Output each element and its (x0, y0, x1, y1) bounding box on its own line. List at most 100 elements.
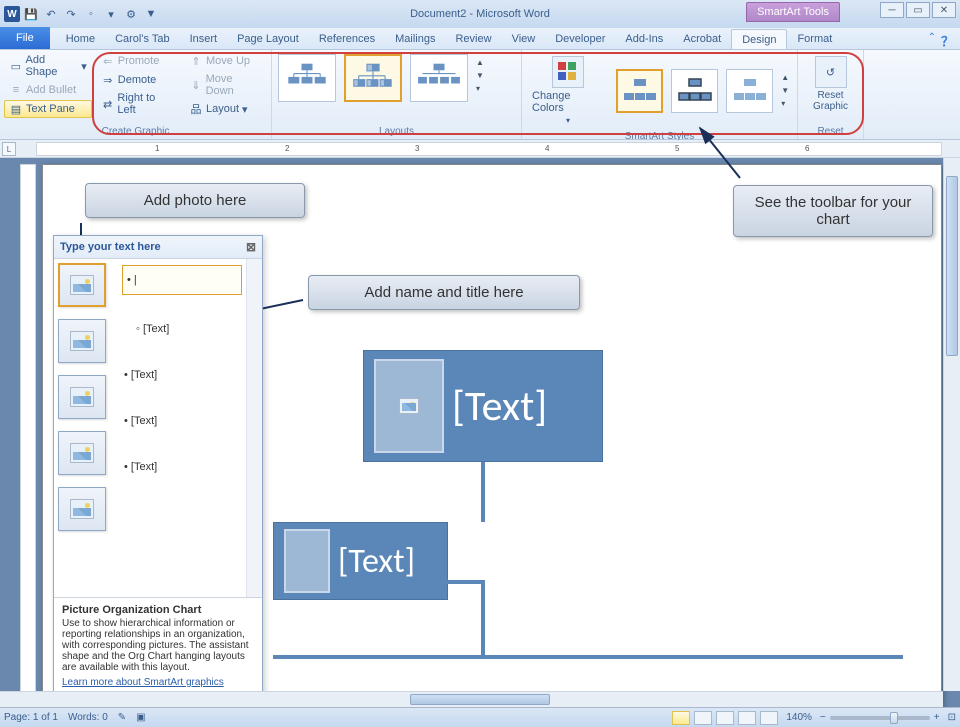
move-up-label: Move Up (206, 55, 250, 67)
text-pane-close-icon[interactable]: ⊠ (246, 240, 256, 254)
style-option-1[interactable] (616, 69, 663, 113)
document-page[interactable]: Add photo here Add name and title here S… (42, 164, 942, 707)
vertical-scrollbar[interactable] (943, 158, 960, 691)
view-outline-button[interactable] (738, 711, 756, 725)
picture-placeholder-icon (70, 387, 94, 407)
layout-option-3[interactable] (410, 54, 468, 102)
style-option-3[interactable] (726, 69, 773, 113)
scroll-down-icon[interactable]: ▼ (779, 84, 793, 97)
close-button[interactable]: ✕ (932, 2, 956, 18)
qat-undo-icon[interactable]: ↶ (42, 5, 60, 23)
text-pane-item[interactable]: ◦ [Text] (122, 317, 242, 341)
reset-graphic-icon: ↺ (815, 56, 847, 88)
tab-selector-button[interactable]: L (2, 142, 16, 156)
qat-more-icon[interactable]: ▾ (102, 5, 120, 23)
gallery-expand-icon[interactable]: ▾ (779, 97, 793, 110)
qat-tool-icon[interactable]: ⚙ (122, 5, 140, 23)
help-icon[interactable]: ？ (941, 31, 954, 50)
tab-home[interactable]: Home (56, 29, 105, 49)
tab-review[interactable]: Review (445, 29, 501, 49)
view-full-screen-button[interactable] (694, 711, 712, 725)
change-colors-button[interactable]: Change Colors▾ (526, 52, 610, 129)
text-pane-item[interactable]: • [Text] (122, 455, 242, 479)
description-body: Use to show hierarchical information or … (62, 618, 254, 673)
status-words[interactable]: Words: 0 (68, 712, 108, 723)
tab-acrobat[interactable]: Acrobat (673, 29, 731, 49)
smartart-picture-placeholder[interactable] (284, 529, 330, 593)
tab-references[interactable]: References (309, 29, 385, 49)
text-pane-thumb[interactable] (58, 487, 106, 531)
qat-save-icon[interactable]: 💾 (22, 5, 40, 23)
scrollbar-thumb[interactable] (410, 694, 550, 705)
qat-redo-icon[interactable]: ↷ (62, 5, 80, 23)
tab-developer[interactable]: Developer (545, 29, 615, 49)
tab-insert[interactable]: Insert (180, 29, 228, 49)
vertical-ruler[interactable] (20, 164, 36, 707)
smartart-node-text[interactable]: [Text] (452, 381, 547, 432)
scroll-down-icon[interactable]: ▼ (474, 69, 488, 82)
text-pane-item[interactable]: • [Text] (122, 363, 242, 387)
view-print-layout-button[interactable] (672, 711, 690, 725)
smartart-node-child[interactable]: [Text] (273, 522, 448, 600)
text-pane-thumb[interactable] (58, 375, 106, 419)
scroll-up-icon[interactable]: ▲ (474, 56, 488, 69)
add-shape-button[interactable]: ▭Add Shape ▾ (4, 52, 92, 80)
text-pane-item[interactable]: • [Text] (122, 409, 242, 433)
tab-design[interactable]: Design (731, 29, 787, 49)
maximize-button[interactable]: ▭ (906, 2, 930, 18)
status-proofing-icon[interactable]: ✎ (118, 712, 126, 723)
smartart-text-pane: Type your text here ⊠ • | ◦ [Text] • [Te… (53, 235, 263, 695)
layouts-gallery-scroll[interactable]: ▲▼▾ (474, 52, 488, 99)
layout-dropdown[interactable]: 品Layout ▾ (184, 100, 267, 118)
status-page[interactable]: Page: 1 of 1 (4, 712, 58, 723)
ruler-area: L 1 2 3 4 5 6 (0, 140, 960, 158)
view-web-layout-button[interactable] (716, 711, 734, 725)
smartart-node-root[interactable]: [Text] (363, 350, 603, 462)
scrollbar-thumb[interactable] (946, 176, 958, 356)
tab-format[interactable]: Format (787, 29, 842, 49)
zoom-slider-thumb[interactable] (890, 712, 898, 724)
tab-view[interactable]: View (502, 29, 546, 49)
smartart-connector (273, 655, 903, 659)
text-pane-button[interactable]: ▤Text Pane (4, 100, 92, 118)
styles-gallery-scroll[interactable]: ▲▼▾ (779, 67, 793, 114)
smartart-picture-placeholder[interactable] (374, 359, 444, 453)
status-macro-icon[interactable]: ▣ (136, 712, 145, 723)
file-tab[interactable]: File (0, 27, 50, 49)
smartart-node-text[interactable]: [Text] (338, 541, 415, 582)
gallery-expand-icon[interactable]: ▾ (474, 82, 488, 95)
zoom-out-button[interactable]: − (820, 712, 826, 723)
reset-graphic-button[interactable]: ↺ Reset Graphic (802, 52, 859, 116)
layout-option-2[interactable] (344, 54, 402, 102)
text-pane-scrollbar[interactable] (246, 259, 262, 597)
horizontal-scrollbar[interactable] (0, 691, 943, 707)
tab-addins[interactable]: Add-Ins (615, 29, 673, 49)
text-pane-thumb[interactable] (58, 319, 106, 363)
zoom-fit-button[interactable]: ⊡ (948, 712, 956, 723)
text-pane-thumb[interactable] (58, 263, 106, 307)
qat-dropdown-icon[interactable]: ▼ (142, 5, 160, 23)
group-create-graphic: ▭Add Shape ▾ ≡Add Bullet ▤Text Pane ⇐Pro… (0, 50, 272, 139)
horizontal-ruler[interactable]: 1 2 3 4 5 6 (36, 142, 942, 156)
zoom-slider[interactable] (830, 716, 930, 720)
text-pane-item[interactable]: • | (122, 265, 242, 295)
scroll-up-icon[interactable]: ▲ (779, 71, 793, 84)
text-pane-thumb[interactable] (58, 431, 106, 475)
learn-more-link[interactable]: Learn more about SmartArt graphics (62, 677, 254, 688)
style-option-2[interactable] (671, 69, 718, 113)
demote-button[interactable]: ⇒Demote (96, 71, 180, 89)
zoom-in-button[interactable]: + (934, 712, 940, 723)
minimize-ribbon-icon[interactable]: ⌃ (928, 32, 936, 43)
qat-custom-icon[interactable]: ◦ (82, 5, 100, 23)
view-draft-button[interactable] (760, 711, 778, 725)
text-pane-list[interactable]: • | ◦ [Text] • [Text] • [Text] • [Text] (118, 259, 246, 597)
smartart-graphic[interactable]: [Text] [Text] (273, 350, 903, 707)
minimize-button[interactable]: ─ (880, 2, 904, 18)
layout-option-1[interactable] (278, 54, 336, 102)
text-pane-description: Picture Organization Chart Use to show h… (54, 597, 262, 694)
tab-mailings[interactable]: Mailings (385, 29, 445, 49)
tab-carols[interactable]: Carol's Tab (105, 29, 179, 49)
right-to-left-button[interactable]: ⇄Right to Left (96, 90, 180, 118)
tab-page-layout[interactable]: Page Layout (227, 29, 309, 49)
zoom-percent[interactable]: 140% (786, 712, 812, 723)
